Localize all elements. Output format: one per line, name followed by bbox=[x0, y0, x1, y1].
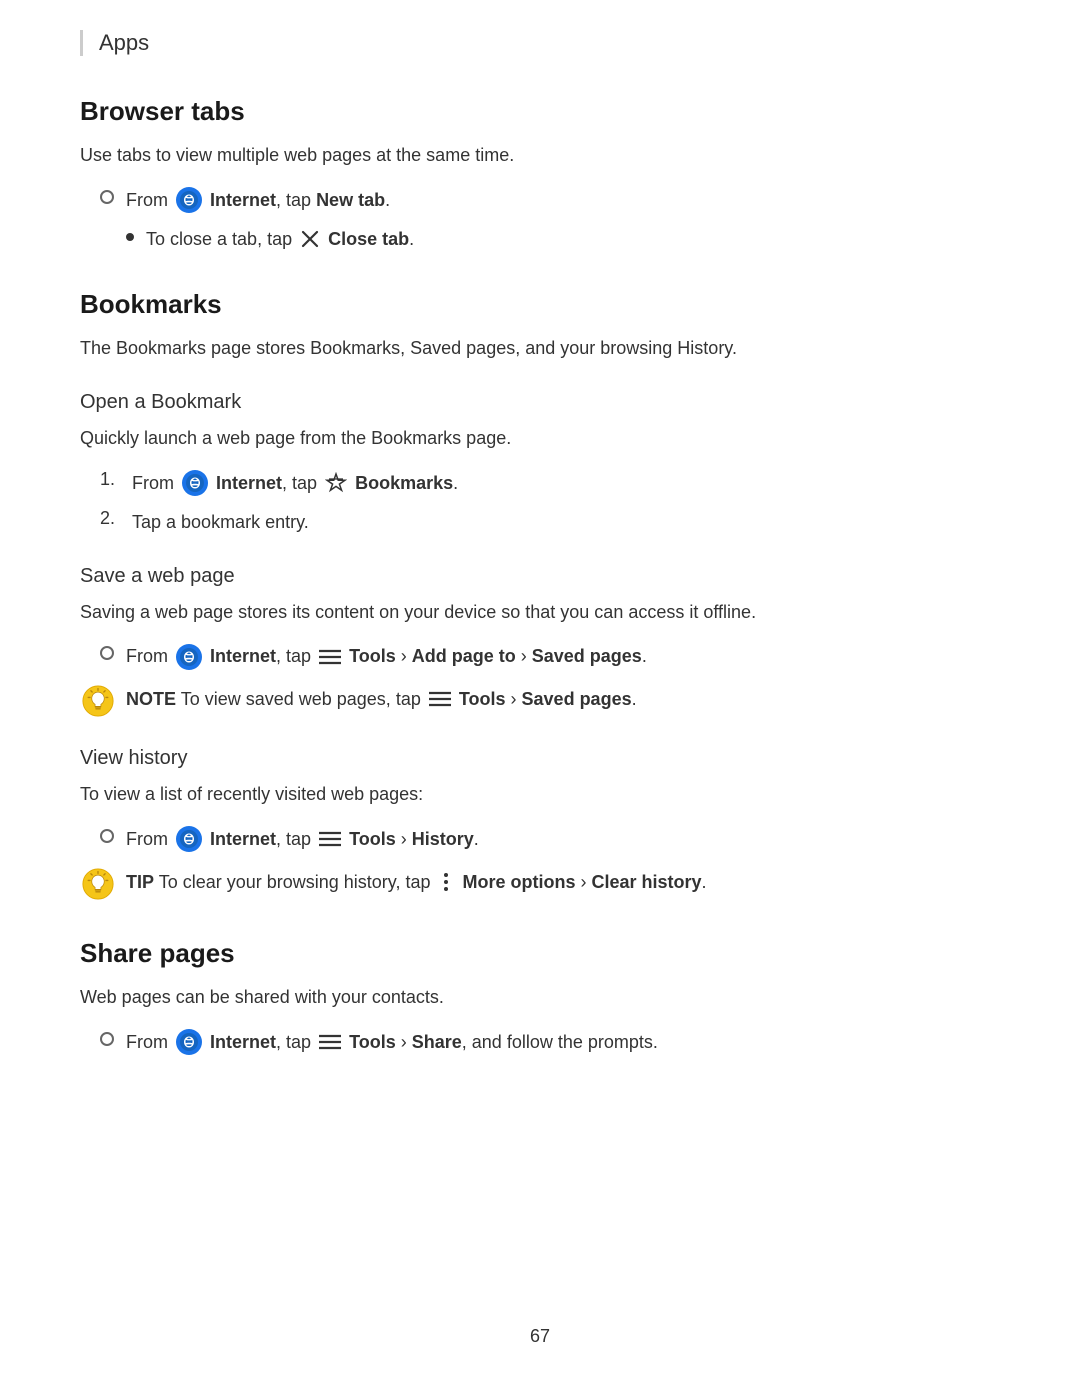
view-history-step: From Internet, tap Tools › History. bbox=[80, 825, 1000, 854]
browser-tabs-description: Use tabs to view multiple web pages at t… bbox=[80, 141, 1000, 170]
internet-label-bm1: Internet bbox=[216, 473, 282, 493]
history-label: History bbox=[412, 829, 474, 849]
note-save-text: NOTE To view saved web pages, tap Tools … bbox=[126, 685, 637, 714]
open-bookmark-step2: 2. Tap a bookmark entry. bbox=[100, 508, 1000, 537]
menu-lines-icon-save bbox=[319, 649, 341, 665]
step-number-2: 2. bbox=[100, 508, 124, 529]
tip-history-text: TIP To clear your browsing history, tap … bbox=[126, 868, 707, 897]
internet-icon-save bbox=[176, 644, 202, 670]
close-tab-item: To close a tab, tap Close tab. bbox=[126, 225, 1000, 254]
save-web-page-description: Saving a web page stores its content on … bbox=[80, 598, 1000, 627]
bookmarks-star-icon bbox=[325, 472, 347, 494]
close-tab-label: Close tab bbox=[328, 229, 409, 249]
view-history-description: To view a list of recently visited web p… bbox=[80, 780, 1000, 809]
internet-label-share: Internet bbox=[210, 1032, 276, 1052]
bookmarks-header: Bookmarks bbox=[80, 289, 1000, 320]
internet-label-save: Internet bbox=[210, 646, 276, 666]
open-bookmark-subheader: Open a Bookmark bbox=[80, 391, 1000, 414]
new-tab-label: New tab bbox=[316, 190, 385, 210]
bullet-circle-icon bbox=[100, 190, 114, 204]
browser-tabs-step1-text: From Internet, tap New tab. bbox=[126, 186, 390, 215]
menu-lines-icon-history bbox=[319, 831, 341, 847]
save-web-page-text: From Internet, tap Tools › Add page to ›… bbox=[126, 642, 647, 671]
view-history-text: From Internet, tap Tools › History. bbox=[126, 825, 479, 854]
open-bookmark-step1-text: From Internet, tap Bookmarks. bbox=[132, 469, 458, 498]
save-web-page-step: From Internet, tap Tools › Add page to ›… bbox=[80, 642, 1000, 671]
bullet-circle-history bbox=[100, 829, 114, 843]
tip-clear-history: TIP To clear your browsing history, tap … bbox=[80, 868, 1000, 902]
menu-lines-icon-share bbox=[319, 1034, 341, 1050]
bookmarks-label: Bookmarks bbox=[355, 473, 453, 493]
share-pages-description: Web pages can be shared with your contac… bbox=[80, 983, 1000, 1012]
tools-label-share: Tools bbox=[349, 1032, 396, 1052]
step-number-1: 1. bbox=[100, 469, 124, 490]
note-label: NOTE bbox=[126, 689, 176, 709]
open-bookmark-steps: 1. From Internet, tap Bookmarks. bbox=[80, 469, 1000, 537]
tools-label-history: Tools bbox=[349, 829, 396, 849]
close-tab-text: To close a tab, tap Close tab. bbox=[146, 225, 414, 254]
open-bookmark-description: Quickly launch a web page from the Bookm… bbox=[80, 424, 1000, 453]
menu-lines-icon-note bbox=[429, 691, 451, 707]
share-label: Share bbox=[412, 1032, 462, 1052]
more-options-icon bbox=[438, 871, 454, 893]
share-pages-header: Share pages bbox=[80, 938, 1000, 969]
share-pages-section: Share pages Web pages can be shared with… bbox=[80, 938, 1000, 1057]
view-history-subheader: View history bbox=[80, 747, 1000, 770]
tools-label-save: Tools bbox=[349, 646, 396, 666]
tip-lightbulb-icon bbox=[80, 866, 116, 902]
close-tab-icon bbox=[300, 229, 320, 249]
add-page-to-label: Add page to bbox=[412, 646, 516, 666]
bookmarks-section: Bookmarks The Bookmarks page stores Book… bbox=[80, 289, 1000, 901]
browser-tabs-header: Browser tabs bbox=[80, 96, 1000, 127]
close-tab-step: To close a tab, tap Close tab. bbox=[80, 225, 1000, 254]
clear-history-label: Clear history bbox=[592, 872, 702, 892]
browser-tabs-step1: From Internet, tap New tab. bbox=[80, 186, 1000, 215]
breadcrumb-text: Apps bbox=[99, 30, 149, 56]
share-pages-text: From Internet, tap Tools › Share, and fo… bbox=[126, 1028, 658, 1057]
saved-pages-note-label: Saved pages bbox=[522, 689, 632, 709]
note-save-pages: NOTE To view saved web pages, tap Tools … bbox=[80, 685, 1000, 719]
share-pages-step: From Internet, tap Tools › Share, and fo… bbox=[80, 1028, 1000, 1057]
page-number: 67 bbox=[0, 1326, 1080, 1347]
internet-icon-share bbox=[176, 1029, 202, 1055]
save-web-page-subheader: Save a web page bbox=[80, 565, 1000, 588]
tip-label: TIP bbox=[126, 872, 154, 892]
bullet-circle-save bbox=[100, 646, 114, 660]
internet-label: Internet bbox=[210, 190, 276, 210]
saved-pages-label: Saved pages bbox=[532, 646, 642, 666]
page-container: Apps Browser tabs Use tabs to view multi… bbox=[0, 0, 1080, 1146]
dot-bullet-icon bbox=[126, 233, 134, 241]
internet-label-history: Internet bbox=[210, 829, 276, 849]
internet-app-icon bbox=[176, 187, 202, 213]
more-options-label: More options bbox=[463, 872, 576, 892]
breadcrumb: Apps bbox=[80, 30, 1000, 56]
internet-icon-history bbox=[176, 826, 202, 852]
bullet-circle-share bbox=[100, 1032, 114, 1046]
bookmarks-description: The Bookmarks page stores Bookmarks, Sav… bbox=[80, 334, 1000, 363]
note-lightbulb-icon bbox=[80, 683, 116, 719]
browser-tabs-section: Browser tabs Use tabs to view multiple w… bbox=[80, 96, 1000, 253]
open-bookmark-step1: 1. From Internet, tap Bookmarks. bbox=[100, 469, 1000, 498]
tools-label-note: Tools bbox=[459, 689, 506, 709]
internet-icon-bookmarks1 bbox=[182, 470, 208, 496]
open-bookmark-step2-text: Tap a bookmark entry. bbox=[132, 508, 309, 537]
